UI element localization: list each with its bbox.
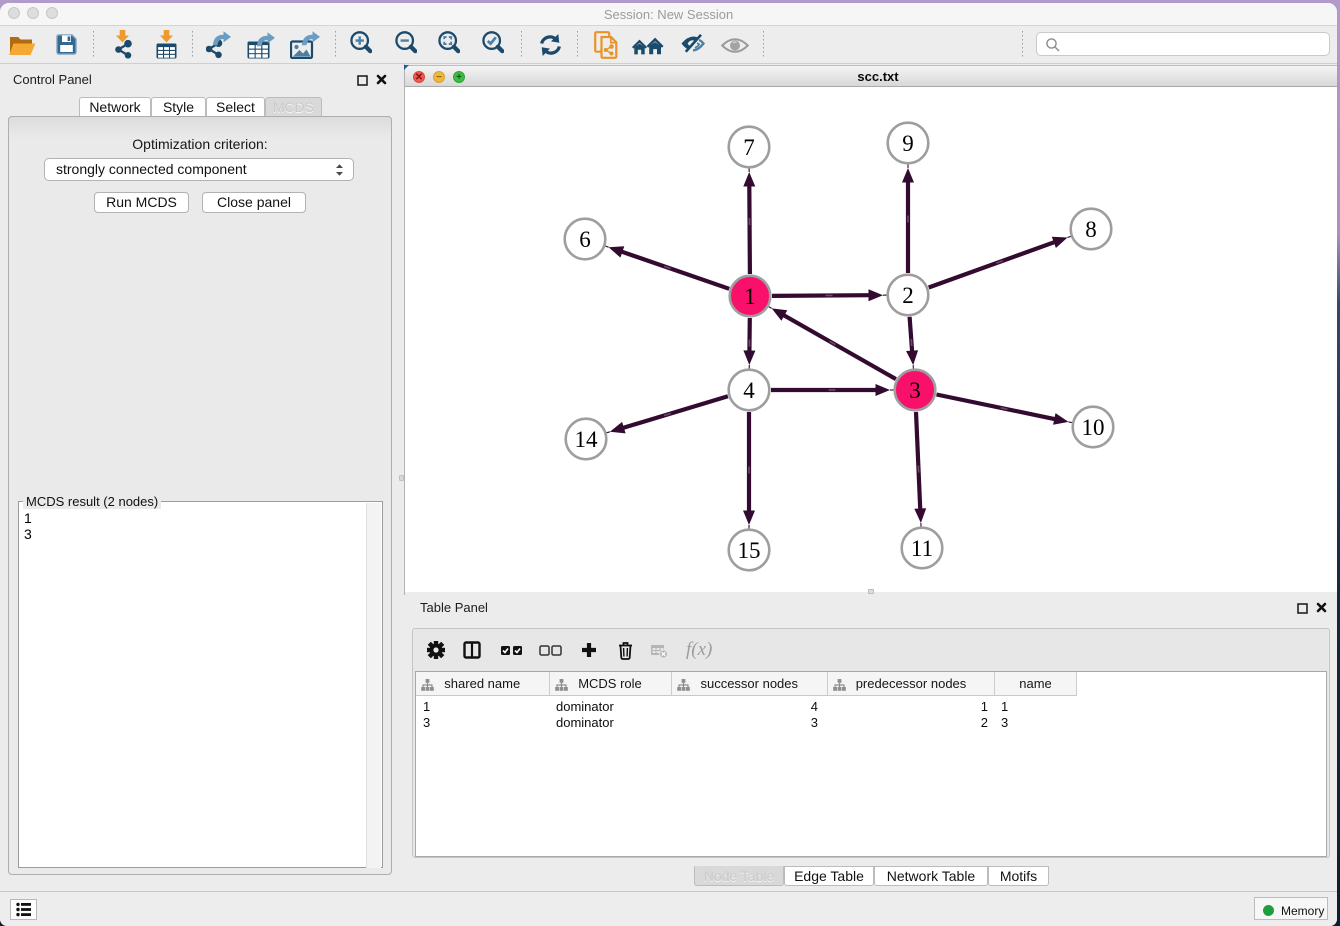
svg-text:4: 4 [743, 378, 755, 403]
svg-text:6: 6 [579, 227, 591, 252]
svg-text:3: 3 [909, 378, 921, 403]
svg-text:9: 9 [902, 131, 914, 156]
svg-text:1: 1 [744, 284, 756, 309]
svg-text:10: 10 [1082, 415, 1105, 440]
svg-text:11: 11 [911, 536, 933, 561]
svg-text:15: 15 [738, 538, 761, 563]
svg-text:2: 2 [902, 283, 914, 308]
svg-text:14: 14 [575, 427, 599, 452]
svg-text:7: 7 [743, 135, 755, 160]
svg-text:8: 8 [1085, 217, 1097, 242]
